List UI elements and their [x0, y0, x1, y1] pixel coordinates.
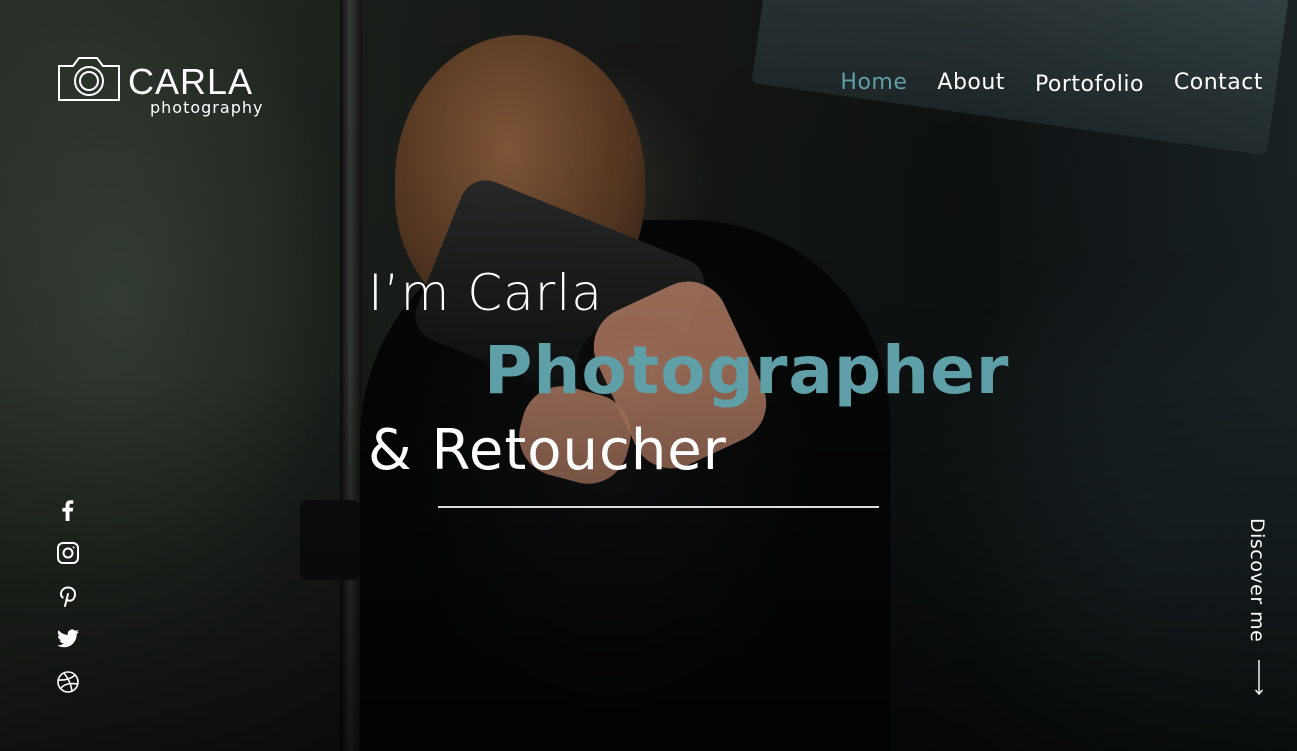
hero-title: Photographer	[484, 332, 1010, 409]
pinterest-icon	[59, 585, 77, 607]
twitter-link[interactable]	[56, 626, 80, 651]
instagram-icon	[57, 541, 79, 564]
light-stand	[340, 0, 362, 751]
nav-about[interactable]: About	[937, 70, 1005, 97]
twitter-icon	[57, 628, 79, 647]
brand-logo[interactable]: CARLA photography	[56, 52, 263, 117]
discover-me-link[interactable]: Discover me	[1242, 518, 1278, 698]
discover-label: Discover me	[1246, 518, 1268, 643]
hero-subtitle: & Retoucher	[368, 418, 727, 483]
facebook-link[interactable]	[56, 497, 80, 522]
hero-intro: I’m Carla	[368, 264, 603, 322]
brand-tagline: photography	[150, 98, 264, 117]
dribbble-icon	[57, 670, 79, 693]
nav-home[interactable]: Home	[840, 70, 907, 97]
dribbble-link[interactable]	[56, 669, 80, 694]
camera-icon	[58, 57, 120, 101]
light-stand-edge	[362, 0, 368, 751]
main-nav: Home About Portofolio Contact	[840, 70, 1263, 97]
nav-portofolio[interactable]: Portofolio	[1035, 72, 1144, 97]
nav-contact[interactable]: Contact	[1174, 70, 1263, 97]
hero-divider	[438, 506, 879, 508]
pinterest-link[interactable]	[56, 583, 80, 608]
social-links	[56, 497, 80, 694]
brand-name: CARLA	[128, 61, 254, 102]
stand-clamp	[300, 500, 360, 580]
instagram-link[interactable]	[56, 540, 80, 565]
arrow-down-icon	[1254, 660, 1264, 696]
facebook-icon	[62, 499, 74, 521]
